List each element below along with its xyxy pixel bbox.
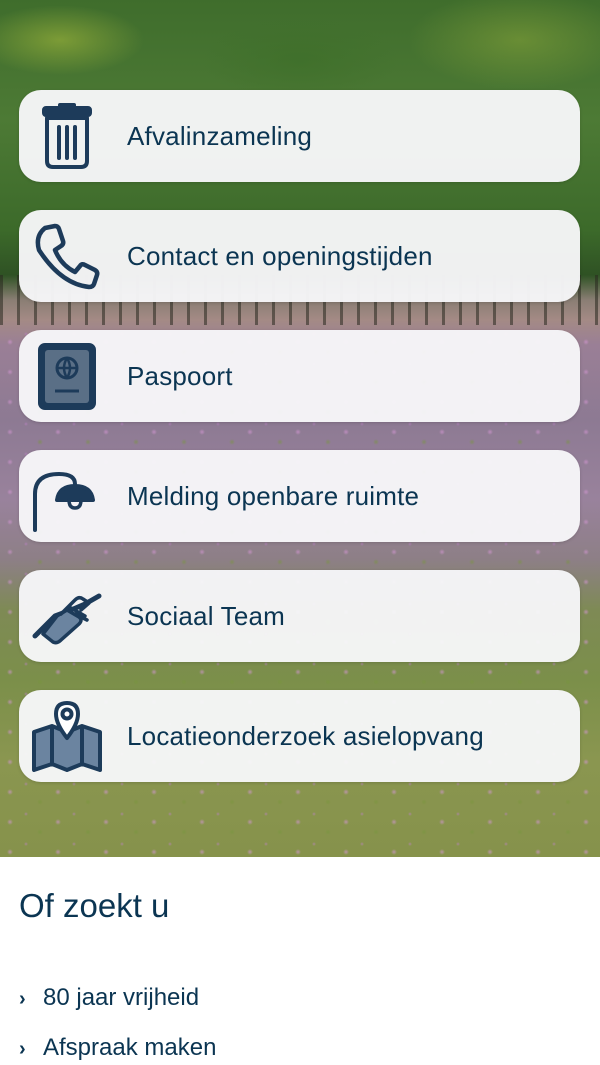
link-label: 80 jaar vrijheid	[43, 984, 200, 1011]
link-80-jaar-vrijheid[interactable]: › 80 jaar vrijheid	[19, 984, 199, 1012]
handshake-icon	[31, 580, 103, 652]
tile-locatieonderzoek-asielopvang[interactable]: Locatieonderzoek asielopvang	[19, 690, 580, 782]
chevron-right-icon: ›	[19, 988, 26, 1010]
trash-bin-icon	[31, 100, 103, 172]
chevron-right-icon: ›	[19, 1038, 26, 1060]
street-lamp-icon	[31, 460, 103, 532]
tile-paspoort[interactable]: Paspoort	[19, 330, 580, 422]
phone-icon	[31, 220, 103, 292]
tile-sociaal-team[interactable]: Sociaal Team	[19, 570, 580, 662]
tile-label: Sociaal Team	[127, 601, 286, 631]
tile-label: Afvalinzameling	[127, 121, 313, 151]
tile-label: Locatieonderzoek asielopvang	[127, 721, 484, 751]
link-afspraak-maken[interactable]: › Afspraak maken	[19, 1034, 216, 1062]
link-label: Afspraak maken	[43, 1034, 217, 1061]
map-pin-icon	[31, 700, 103, 772]
tile-label: Contact en openingstijden	[127, 241, 433, 271]
tile-afvalinzameling[interactable]: Afvalinzameling	[19, 90, 580, 182]
tile-contact[interactable]: Contact en openingstijden	[19, 210, 580, 302]
passport-icon	[31, 340, 103, 412]
tile-label: Paspoort	[127, 361, 233, 391]
tile-melding-openbare-ruimte[interactable]: Melding openbare ruimte	[19, 450, 580, 542]
search-suggestions-section: Of zoekt u › 80 jaar vrijheid › Afspraak m…	[0, 857, 600, 1065]
tile-label: Melding openbare ruimte	[127, 481, 420, 511]
section-title: Of zoekt u	[19, 887, 170, 924]
